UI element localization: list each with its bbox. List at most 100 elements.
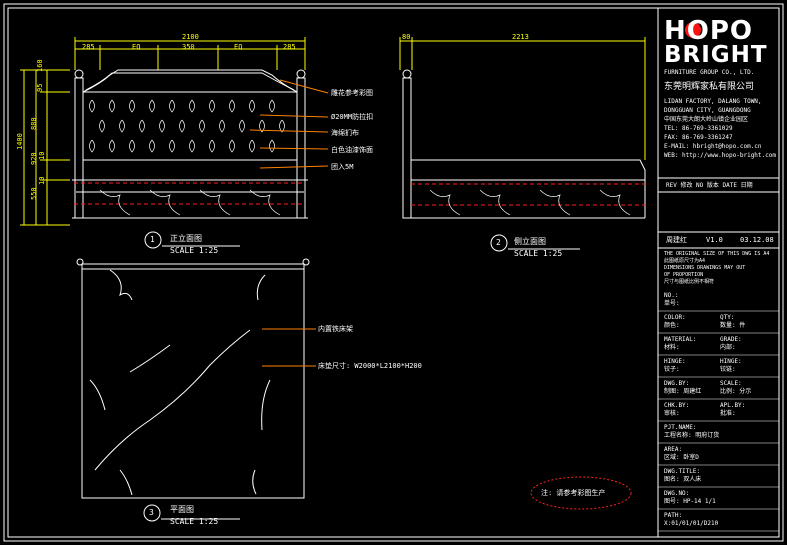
tuft-mark <box>219 119 225 133</box>
logo-line2: BRIGHT <box>664 42 768 68</box>
dim-left-7: 10 <box>38 176 46 185</box>
dim-left-3: 880 <box>30 117 38 130</box>
dim-seg-2: EQ <box>132 43 141 51</box>
view2-scale: SCALE 1:25 <box>514 249 563 258</box>
tuft-mark <box>119 119 125 133</box>
company-cn: 东莞明辉家私有限公司 <box>664 82 755 92</box>
row-label-cn-right: 数量: 件 <box>720 322 746 329</box>
footnote: 注: 请参考彩图生产 <box>541 489 606 497</box>
tuft-mark <box>249 139 255 153</box>
dim-left-8: 550 <box>30 187 38 200</box>
row-label-cn: 铰子: <box>664 366 680 373</box>
tuft-mark <box>229 139 235 153</box>
row-label-cn: 审核: <box>664 410 680 417</box>
annotation-leaders <box>249 79 329 169</box>
plan-leaders <box>262 328 316 367</box>
row-label-cn: 单号: <box>664 300 680 307</box>
view1-title: 正立面图 <box>170 234 202 243</box>
annotation-1: 雕花参考彩图 <box>331 89 373 97</box>
tuft-mark <box>89 99 95 113</box>
row-label-cn-right: 内部: <box>720 344 736 351</box>
row-label-en-right: SCALE: <box>720 380 742 387</box>
view3-scale: SCALE 1:25 <box>170 517 219 526</box>
row-label-cn: 颜色: <box>664 322 680 329</box>
address-line: E-MAIL: hbright@hopo.com.cn <box>664 143 762 150</box>
row-label-en: HINGE: <box>664 358 686 365</box>
row-label-en: COLOR: <box>664 314 686 321</box>
plan-note-mattress: 床垫尺寸: W2000*L2100*H200 <box>318 362 422 370</box>
plan-view <box>76 258 310 499</box>
view1-scale: SCALE 1:25 <box>170 246 219 255</box>
drawer-name: 周建红 <box>666 236 687 244</box>
note-line: THE ORIGINAL SIZE OF THIS DWG IS A4 <box>664 251 770 257</box>
side-swirl <box>429 189 461 216</box>
side-swirl <box>479 189 511 216</box>
row-label-cn: 图号: HP-14 1/1 <box>664 498 716 505</box>
view3-title: 平面图 <box>170 505 194 514</box>
row-label-en-right: APL.BY: <box>720 402 746 409</box>
side-swirl <box>539 189 571 216</box>
row-label-en: DWG.TITLE: <box>664 468 701 475</box>
tuft-mark <box>249 99 255 113</box>
view3-number: 3 <box>149 508 154 517</box>
side-elevation <box>399 37 646 219</box>
annotation-2: Ø20MM防拉扣 <box>331 113 374 121</box>
company-group: FURNITURE GROUP CO., LTD. <box>664 69 755 76</box>
dim-seg-5: 285 <box>283 43 296 51</box>
dim-left-2: 95 <box>36 83 44 92</box>
tuft-mark <box>269 139 275 153</box>
row-label-cn: 区域: 卧室D <box>664 454 699 461</box>
front-swirl <box>99 189 131 216</box>
side-ornament <box>429 189 631 216</box>
note-line: OF PROPORTION <box>664 272 704 278</box>
row-label-en: AREA: <box>664 446 683 453</box>
row-label-en: DWG.BY: <box>664 380 690 387</box>
tuft-mark <box>149 99 155 113</box>
row-label-cn: 制图: 周建红 <box>664 388 702 395</box>
dim-seg-3: 350 <box>182 43 195 51</box>
dim-left-5: 10 <box>38 151 46 160</box>
dim-seg-4: EQ <box>234 43 243 51</box>
tuft-mark <box>189 99 195 113</box>
annotation-3: 海绵扪布 <box>331 129 359 137</box>
address-line: TEL: 86-769-3361029 <box>664 125 733 132</box>
front-swirl <box>149 189 181 216</box>
dim-left-1: 160 <box>36 59 44 72</box>
tuft-mark <box>209 99 215 113</box>
dim-total-width: 2100 <box>182 33 199 41</box>
view2-number: 2 <box>496 238 501 247</box>
note-line: 尺寸与图纸比例不相符 <box>664 279 715 285</box>
annotation-4: 白色油漆饰面 <box>331 146 373 154</box>
address-line: FAX: 86-769-3361247 <box>664 134 733 141</box>
row-label-en: PJT.NAME: <box>664 424 697 431</box>
row-label-en-right: QTY: <box>720 314 735 321</box>
row-label-cn-right: 比例: 分示 <box>720 388 752 395</box>
tuft-mark <box>189 139 195 153</box>
front-swirl <box>199 189 231 216</box>
tuft-mark <box>89 139 95 153</box>
note-line: 此图纸原尺寸为A4 <box>664 258 706 264</box>
side-dim-total: 2213 <box>512 33 529 41</box>
side-dim-left: 80 <box>402 33 411 41</box>
tuft-mark <box>149 139 155 153</box>
address-line: 中国东莞大朗大岭山镇企业园区 <box>664 116 749 123</box>
tuft-mark <box>109 99 115 113</box>
side-swirl <box>599 189 631 216</box>
row-label-cn: 图名: 双人床 <box>664 476 702 483</box>
note-line: DIMENSIONS DRAWINGS MAY OUT <box>664 265 746 271</box>
tuft-mark <box>99 119 105 133</box>
row-label-en: CHK.BY: <box>664 402 690 409</box>
tuft-mark <box>269 99 275 113</box>
tuft-mark <box>129 139 135 153</box>
row-label-en: DWG.NO: <box>664 490 690 497</box>
front-ornament <box>99 189 281 216</box>
address-line: WEB: http://www.hopo-bright.com <box>664 152 776 159</box>
front-swirl <box>249 189 281 216</box>
tuft-mark <box>169 99 175 113</box>
annotation-5: 团入5M <box>331 163 354 171</box>
row-label-en-right: GRADE: <box>720 336 742 343</box>
tuft-mark <box>139 119 145 133</box>
revision-header: REV 修改 NO 版本 DATE 日期 <box>666 182 753 189</box>
row-label-cn: 工程名称: 明府订货 <box>664 432 720 439</box>
row-label-cn-right: 铰链: <box>720 366 736 373</box>
